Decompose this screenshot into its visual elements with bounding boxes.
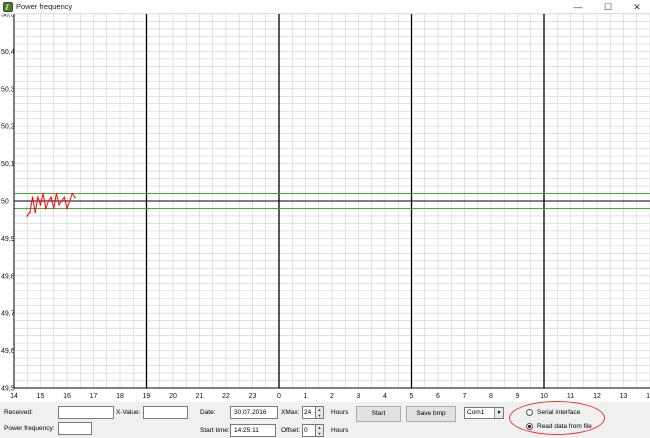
y-tick-label: 49,7 (1, 311, 15, 318)
x-tick-label: 19 (143, 393, 151, 400)
power-frequency-label: Power frequency: (4, 425, 55, 432)
data-point (55, 192, 58, 195)
x-tick-label: 16 (63, 393, 71, 400)
data-point (31, 196, 34, 199)
xmax-unit: Hours (331, 409, 349, 416)
app-icon (3, 2, 13, 12)
y-tick-label: 50 (1, 199, 9, 206)
start-time-label: Start time: (200, 427, 230, 434)
chevron-down-icon[interactable]: ▼ (494, 408, 503, 418)
x-tick-label: 2 (330, 393, 334, 400)
close-icon[interactable]: ✕ (624, 0, 650, 14)
save-bmp-button[interactable]: Save bmp (406, 406, 456, 422)
received-label: Received: (4, 409, 33, 416)
data-point (47, 200, 50, 202)
received-field[interactable] (58, 406, 114, 419)
x-tick-label: 9 (516, 393, 520, 400)
x-tick-label: 17 (90, 393, 98, 400)
frequency-chart: 49,549,649,749,849,95050,150,250,350,450… (1, 12, 650, 400)
data-point (39, 203, 42, 206)
x-tick-label: 11 (567, 393, 574, 400)
x-tick-label: 21 (196, 393, 204, 400)
y-tick-label: 49,9 (1, 236, 15, 243)
x-tick-label: 20 (169, 393, 177, 400)
data-point (74, 196, 76, 199)
chart-area: 49,5 49,6 49,7 49,8 49,9 50 50,1 50,2 50,3 50,4 50… (0, 12, 650, 402)
x-tick-label: 14 (10, 393, 18, 400)
x-tick-label: 22 (222, 393, 230, 400)
data-point (34, 211, 36, 214)
x-tick-label: 7 (463, 393, 467, 400)
data-point (58, 203, 60, 206)
data-point (45, 207, 47, 210)
x-tick-label: 12 (593, 393, 601, 400)
xvalue-field[interactable] (143, 406, 188, 419)
x-tick-label: 5 (410, 393, 414, 400)
x-tick-label: 0 (277, 393, 281, 400)
date-field[interactable]: 30.07.2016 (230, 406, 278, 419)
data-point (42, 192, 44, 195)
x-tick-label: 15 (37, 393, 45, 400)
power-frequency-field[interactable] (58, 422, 92, 435)
maximize-icon[interactable]: ☐ (595, 0, 621, 14)
data-point (26, 215, 29, 217)
x-tick-label: 8 (489, 393, 493, 400)
data-point (63, 196, 66, 199)
y-tick-label: 49,8 (1, 273, 15, 280)
xvalue-label: X-Value: (116, 409, 141, 416)
data-point (71, 192, 74, 195)
data-point (68, 200, 71, 202)
x-tick-label: 13 (620, 393, 628, 400)
data-point (52, 207, 55, 210)
offset-label: Offset: (281, 427, 301, 434)
x-tick-label: 18 (116, 393, 124, 400)
data-point (50, 196, 52, 199)
data-point (37, 196, 39, 199)
x-tick-label: 6 (436, 393, 440, 400)
com-port-select[interactable]: Com1 ▼ (464, 407, 504, 419)
x-tick-label: 14 (646, 393, 650, 400)
data-point (66, 207, 68, 210)
y-tick-label: 50,2 (1, 124, 15, 131)
offset-spinner[interactable]: ▲ ▼ (316, 424, 324, 437)
start-button[interactable]: Start (356, 406, 401, 422)
y-tick-label: 50,4 (1, 49, 15, 56)
x-tick-label: 10 (540, 393, 548, 400)
xmax-field[interactable]: 24 (302, 406, 316, 419)
highlight-annotation (509, 401, 605, 435)
data-point (29, 211, 31, 214)
y-tick-label: 50,1 (1, 161, 15, 168)
com-port-value: Com1 (467, 409, 485, 416)
title-bar: Power frequency — ☐ ✕ (0, 0, 650, 14)
xmax-label: XMax: (281, 409, 300, 416)
offset-field[interactable]: 0 (302, 424, 316, 437)
y-tick-label: 50,5 (1, 14, 15, 19)
window-title: Power frequency (16, 2, 73, 11)
data-point (60, 200, 63, 202)
x-tick-label: 3 (357, 393, 361, 400)
start-time-field[interactable]: 14:25:11 (230, 424, 276, 437)
x-tick-label: 1 (304, 393, 308, 400)
y-tick-label: 50,3 (1, 86, 15, 93)
minimize-icon[interactable]: — (565, 0, 591, 14)
xmax-spinner[interactable]: ▲ ▼ (316, 406, 324, 419)
y-tick-label: 49,5 (1, 386, 15, 393)
y-tick-label: 49,6 (1, 348, 15, 355)
x-tick-label: 4 (383, 393, 387, 400)
date-label: Date: (200, 409, 216, 416)
x-tick-label: 23 (249, 393, 257, 400)
offset-unit: Hours (331, 427, 349, 434)
